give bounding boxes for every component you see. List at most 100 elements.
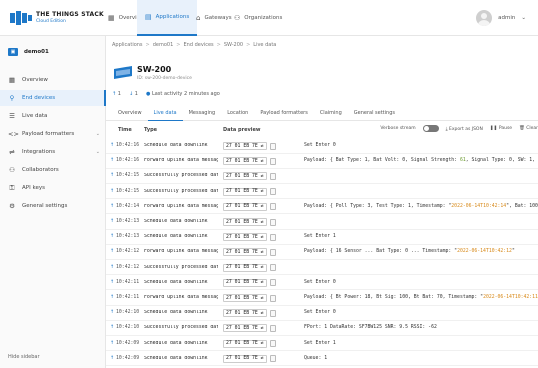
table-row[interactable]: ↑ 10:42:13 Schedule data downlink 27 01 EB …: [106, 230, 538, 245]
payload-text: Payload: { Bt Power: 18, Bt Sig: 100, Bt…: [304, 295, 484, 300]
tab-overview[interactable]: Overview: [112, 107, 148, 121]
col-type: Type: [144, 127, 158, 133]
dev-addr-value: 27 01 EB 7E: [226, 280, 258, 286]
arrow-down-icon: ↓: [128, 91, 134, 97]
event-preview: 27 01 EB 7E ⇄: [223, 142, 276, 150]
tab-payload-formatters[interactable]: Payload formatters: [254, 107, 313, 121]
event-time-value: 10:42:13: [116, 234, 140, 240]
copy-icon[interactable]: [269, 203, 276, 211]
copy-icon[interactable]: [269, 218, 276, 226]
table-row[interactable]: ↑10:42:15 Successfully processed data mes…: [106, 169, 538, 184]
table-row[interactable]: ↑ 10:42:10 Schedule data downlink 27 01 EB …: [106, 306, 538, 321]
event-time: ↑ 10:42:10: [110, 310, 139, 315]
event-type: Forward uplink data message: [144, 249, 218, 255]
event-time-value: 10:42:09: [116, 355, 140, 361]
sidebar-item-label: Payload formatters: [22, 131, 75, 137]
breadcrumb-item[interactable]: SW-200: [224, 42, 243, 48]
verbose-toggle[interactable]: [422, 125, 439, 132]
table-row[interactable]: ↑ 10:42:13 Schedule data downlink 27 01 EB …: [106, 215, 538, 230]
grid-icon: ▦: [108, 14, 115, 22]
table-row[interactable]: ↑ 10:42:11 Schedule data downlink 27 01 EB …: [106, 276, 538, 291]
tab-live-data[interactable]: Live data: [147, 107, 183, 121]
table-row[interactable]: ↑10:42:12 Successfully processed data mes…: [106, 261, 538, 276]
table-row[interactable]: ↑ 10:42:09 Schedule data downlink 27 01 EB …: [106, 337, 538, 352]
clear-button[interactable]: 🗑 Clear: [519, 126, 538, 131]
dev-addr-chip: 27 01 EB 7E ⇄: [223, 309, 267, 318]
table-row[interactable]: ↑ 10:42:16 Forward uplink data message 27 0…: [106, 154, 538, 169]
event-type: Successfully processed data message: [144, 264, 218, 270]
pause-button[interactable]: ❚❚ Pause: [490, 126, 512, 131]
chevron-icon: ⇄: [260, 204, 264, 210]
event-preview: 27 01 EB 7E ⇄: [223, 248, 276, 257]
copy-icon[interactable]: [269, 309, 276, 317]
event-time-value: 10:42:11: [116, 295, 140, 300]
tab-messaging[interactable]: Messaging: [183, 107, 222, 121]
event-time-value: 10:42:15: [116, 188, 140, 194]
tab-location[interactable]: Location: [221, 107, 254, 121]
table-row[interactable]: ↑ 10:42:11 Forward uplink data message 27 0…: [106, 291, 538, 306]
arrow-up-icon: ↑: [110, 249, 115, 255]
event-time-value: 10:42:16: [116, 158, 140, 164]
breadcrumb-separator: >: [145, 42, 150, 48]
sidebar-item-end-devices[interactable]: ⚲ End devices: [0, 90, 106, 106]
dev-addr-chip: 27 01 EB 7E ⇄: [223, 218, 267, 226]
event-type: Forward uplink data message: [144, 295, 218, 300]
dev-addr-chip: 27 01 EB 7E ⇄: [223, 294, 267, 302]
dev-addr-chip: 27 01 EB 7E ⇄: [223, 339, 267, 348]
dev-addr-value: 27 01 EB 7E: [226, 173, 258, 179]
copy-icon[interactable]: [269, 248, 276, 256]
copy-icon[interactable]: [269, 142, 276, 150]
people-icon: ⚇: [9, 166, 15, 174]
chevron-icon: ⇄: [260, 280, 264, 286]
payload-text: ": [511, 249, 515, 255]
table-row[interactable]: ↑10:42:10 Successfully processed data mes…: [106, 321, 538, 336]
breadcrumb-item-current: Live data: [253, 42, 277, 48]
copy-icon[interactable]: [269, 157, 276, 165]
table-row[interactable]: ↑ 10:42:09 Schedule data downlink 27 01 EB …: [106, 352, 538, 367]
copy-icon[interactable]: [269, 340, 276, 348]
table-row[interactable]: ↑ 10:42:14 Forward uplink data message 27 0…: [106, 200, 538, 215]
event-type: Schedule data downlink: [144, 234, 208, 240]
dev-addr-chip: 27 01 EB 7E ⇄: [223, 187, 267, 196]
breadcrumb-item[interactable]: Applications: [112, 42, 143, 48]
copy-icon[interactable]: [269, 264, 276, 272]
event-type: Schedule data downlink: [144, 279, 208, 285]
sidebar-item-live-data[interactable]: ☰ Live data: [0, 108, 106, 124]
breadcrumb-item[interactable]: demo01: [153, 42, 174, 48]
table-row[interactable]: ↑10:42:15 Successfully processed data mes…: [106, 185, 538, 200]
sidebar-item-payload-formatters[interactable]: <> Payload formatters ⌄: [0, 126, 106, 142]
event-time-value: 10:42:11: [116, 279, 140, 285]
table-row[interactable]: ↑ 10:42:12 Forward uplink data message 27 0…: [106, 245, 538, 260]
sidebar-item-overview[interactable]: ▦ Overview: [0, 72, 106, 88]
arrow-up-icon: ↑: [110, 325, 115, 331]
copy-icon[interactable]: [269, 324, 276, 332]
dev-addr-chip: 27 01 EB 7E ⇄: [223, 202, 267, 211]
copy-icon[interactable]: [269, 172, 276, 180]
sidebar-item-label: General settings: [22, 203, 68, 209]
copy-icon[interactable]: [269, 188, 276, 196]
event-time-value: 10:42:10: [116, 325, 140, 331]
sidebar-item-api-keys[interactable]: ⚿ API keys: [0, 180, 106, 196]
copy-icon[interactable]: [269, 279, 276, 287]
event-time: ↑ 10:42:09: [110, 341, 139, 346]
user-menu[interactable]: admin ⌄: [476, 10, 526, 26]
dev-addr-chip: 27 01 EB 7E ⇄: [223, 278, 267, 287]
copy-icon[interactable]: [269, 294, 276, 302]
breadcrumb-item[interactable]: End devices: [184, 42, 214, 48]
export-json-button[interactable]: ⤓ Export as JSON: [446, 126, 483, 132]
hide-sidebar-button[interactable]: Hide sidebar: [8, 354, 40, 360]
sidebar-item-collaborators[interactable]: ⚇ Collaborators: [0, 162, 106, 178]
brand-title: THE THINGS STACK: [36, 11, 104, 18]
tab-claiming[interactable]: Claiming: [314, 107, 348, 121]
copy-icon[interactable]: [269, 233, 276, 241]
tab-general-settings[interactable]: General settings: [348, 107, 401, 121]
arrow-up-icon: ↑: [110, 203, 115, 209]
event-preview: 27 01 EB 7E ⇄: [223, 309, 276, 318]
nav-tab-organizations[interactable]: ⚇ Organizations: [226, 0, 290, 36]
copy-icon[interactable]: [269, 355, 276, 363]
event-time-value: 10:42:16: [116, 143, 140, 148]
brand-logo[interactable]: THE THINGS STACK Cloud Edition: [10, 10, 104, 26]
sidebar-item-general-settings[interactable]: ⚙ General settings: [0, 198, 106, 214]
table-row[interactable]: ↑ 10:42:16 Schedule data downlink 27 01 EB …: [106, 139, 538, 154]
sidebar-item-integrations[interactable]: ⇌ Integrations ⌄: [0, 144, 106, 160]
